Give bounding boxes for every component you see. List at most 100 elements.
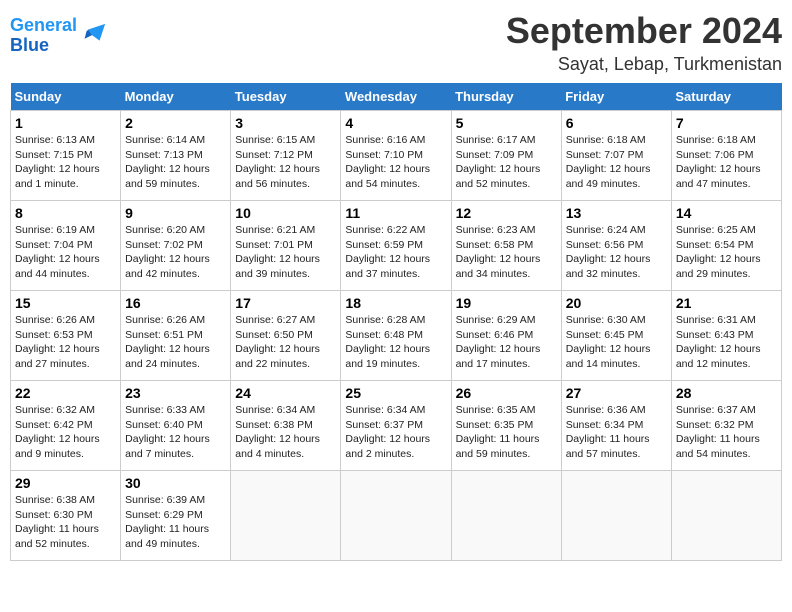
day-cell-2: 2 Sunrise: 6:14 AMSunset: 7:13 PMDaylight…: [121, 111, 231, 201]
day-info: Sunrise: 6:34 AMSunset: 6:37 PMDaylight:…: [345, 403, 446, 462]
weekday-header-thursday: Thursday: [451, 83, 561, 111]
day-number: 12: [456, 205, 557, 221]
day-cell-28: 28 Sunrise: 6:37 AMSunset: 6:32 PMDayligh…: [671, 381, 781, 471]
day-info: Sunrise: 6:17 AMSunset: 7:09 PMDaylight:…: [456, 133, 557, 192]
day-number: 2: [125, 115, 226, 131]
empty-cell: [341, 471, 451, 561]
day-number: 18: [345, 295, 446, 311]
day-info: Sunrise: 6:15 AMSunset: 7:12 PMDaylight:…: [235, 133, 336, 192]
empty-cell: [451, 471, 561, 561]
day-cell-15: 15 Sunrise: 6:26 AMSunset: 6:53 PMDayligh…: [11, 291, 121, 381]
day-number: 3: [235, 115, 336, 131]
weekday-header-saturday: Saturday: [671, 83, 781, 111]
calendar-week-row: 29Sunrise: 6:38 AMSunset: 6:30 PMDayligh…: [11, 471, 782, 561]
day-number: 26: [456, 385, 557, 401]
day-cell-20: 20 Sunrise: 6:30 AMSunset: 6:45 PMDayligh…: [561, 291, 671, 381]
day-cell-30: 30 Sunrise: 6:39 AMSunset: 6:29 PMDayligh…: [121, 471, 231, 561]
day-info: Sunrise: 6:14 AMSunset: 7:13 PMDaylight:…: [125, 133, 226, 192]
empty-cell: [671, 471, 781, 561]
day-number: 13: [566, 205, 667, 221]
calendar-week-row: 22Sunrise: 6:32 AMSunset: 6:42 PMDayligh…: [11, 381, 782, 471]
day-cell-16: 16 Sunrise: 6:26 AMSunset: 6:51 PMDayligh…: [121, 291, 231, 381]
day-info: Sunrise: 6:26 AMSunset: 6:53 PMDaylight:…: [15, 313, 116, 372]
day-info: Sunrise: 6:32 AMSunset: 6:42 PMDaylight:…: [15, 403, 116, 462]
logo-icon: [79, 22, 107, 50]
day-number: 23: [125, 385, 226, 401]
day-info: Sunrise: 6:33 AMSunset: 6:40 PMDaylight:…: [125, 403, 226, 462]
title-block: September 2024 Sayat, Lebap, Turkmenista…: [506, 10, 782, 75]
day-number: 27: [566, 385, 667, 401]
day-info: Sunrise: 6:18 AMSunset: 7:07 PMDaylight:…: [566, 133, 667, 192]
day-info: Sunrise: 6:37 AMSunset: 6:32 PMDaylight:…: [676, 403, 777, 462]
day-cell-10: 10Sunrise: 6:21 AMSunset: 7:01 PMDayligh…: [231, 201, 341, 291]
day-number: 14: [676, 205, 777, 221]
day-cell-4: 4 Sunrise: 6:16 AMSunset: 7:10 PMDaylight…: [341, 111, 451, 201]
day-info: Sunrise: 6:22 AMSunset: 6:59 PMDaylight:…: [345, 223, 446, 282]
weekday-header-monday: Monday: [121, 83, 231, 111]
day-info: Sunrise: 6:31 AMSunset: 6:43 PMDaylight:…: [676, 313, 777, 372]
day-cell-6: 6 Sunrise: 6:18 AMSunset: 7:07 PMDaylight…: [561, 111, 671, 201]
day-cell-13: 13Sunrise: 6:24 AMSunset: 6:56 PMDayligh…: [561, 201, 671, 291]
day-number: 19: [456, 295, 557, 311]
day-number: 25: [345, 385, 446, 401]
day-info: Sunrise: 6:27 AMSunset: 6:50 PMDaylight:…: [235, 313, 336, 372]
day-cell-25: 25 Sunrise: 6:34 AMSunset: 6:37 PMDayligh…: [341, 381, 451, 471]
day-cell-29: 29Sunrise: 6:38 AMSunset: 6:30 PMDayligh…: [11, 471, 121, 561]
day-number: 4: [345, 115, 446, 131]
day-info: Sunrise: 6:36 AMSunset: 6:34 PMDaylight:…: [566, 403, 667, 462]
calendar-table: SundayMondayTuesdayWednesdayThursdayFrid…: [10, 83, 782, 561]
day-number: 21: [676, 295, 777, 311]
day-number: 6: [566, 115, 667, 131]
day-number: 8: [15, 205, 116, 221]
day-cell-27: 27 Sunrise: 6:36 AMSunset: 6:34 PMDayligh…: [561, 381, 671, 471]
day-info: Sunrise: 6:34 AMSunset: 6:38 PMDaylight:…: [235, 403, 336, 462]
day-number: 9: [125, 205, 226, 221]
day-number: 10: [235, 205, 336, 221]
day-cell-9: 9 Sunrise: 6:20 AMSunset: 7:02 PMDaylight…: [121, 201, 231, 291]
day-number: 5: [456, 115, 557, 131]
day-info: Sunrise: 6:20 AMSunset: 7:02 PMDaylight:…: [125, 223, 226, 282]
day-cell-3: 3 Sunrise: 6:15 AMSunset: 7:12 PMDaylight…: [231, 111, 341, 201]
day-number: 30: [125, 475, 226, 491]
day-cell-1: 1 Sunrise: 6:13 AMSunset: 7:15 PMDaylight…: [11, 111, 121, 201]
day-cell-11: 11 Sunrise: 6:22 AMSunset: 6:59 PMDayligh…: [341, 201, 451, 291]
empty-cell: [561, 471, 671, 561]
day-info: Sunrise: 6:16 AMSunset: 7:10 PMDaylight:…: [345, 133, 446, 192]
day-number: 20: [566, 295, 667, 311]
weekday-header-row: SundayMondayTuesdayWednesdayThursdayFrid…: [11, 83, 782, 111]
logo-text: GeneralBlue: [10, 16, 77, 56]
logo: GeneralBlue: [10, 16, 107, 56]
empty-cell: [231, 471, 341, 561]
calendar-week-row: 1 Sunrise: 6:13 AMSunset: 7:15 PMDaylight…: [11, 111, 782, 201]
day-cell-26: 26 Sunrise: 6:35 AMSunset: 6:35 PMDayligh…: [451, 381, 561, 471]
day-cell-24: 24 Sunrise: 6:34 AMSunset: 6:38 PMDayligh…: [231, 381, 341, 471]
day-number: 17: [235, 295, 336, 311]
day-info: Sunrise: 6:23 AMSunset: 6:58 PMDaylight:…: [456, 223, 557, 282]
day-info: Sunrise: 6:39 AMSunset: 6:29 PMDaylight:…: [125, 493, 226, 552]
weekday-header-friday: Friday: [561, 83, 671, 111]
day-info: Sunrise: 6:29 AMSunset: 6:46 PMDaylight:…: [456, 313, 557, 372]
day-number: 28: [676, 385, 777, 401]
day-cell-19: 19 Sunrise: 6:29 AMSunset: 6:46 PMDayligh…: [451, 291, 561, 381]
day-number: 16: [125, 295, 226, 311]
day-info: Sunrise: 6:13 AMSunset: 7:15 PMDaylight:…: [15, 133, 116, 192]
day-cell-18: 18 Sunrise: 6:28 AMSunset: 6:48 PMDayligh…: [341, 291, 451, 381]
weekday-header-sunday: Sunday: [11, 83, 121, 111]
day-info: Sunrise: 6:28 AMSunset: 6:48 PMDaylight:…: [345, 313, 446, 372]
day-info: Sunrise: 6:26 AMSunset: 6:51 PMDaylight:…: [125, 313, 226, 372]
weekday-header-wednesday: Wednesday: [341, 83, 451, 111]
day-cell-17: 17 Sunrise: 6:27 AMSunset: 6:50 PMDayligh…: [231, 291, 341, 381]
day-number: 1: [15, 115, 116, 131]
day-number: 24: [235, 385, 336, 401]
day-info: Sunrise: 6:25 AMSunset: 6:54 PMDaylight:…: [676, 223, 777, 282]
page-header: GeneralBlue September 2024 Sayat, Lebap,…: [10, 10, 782, 75]
calendar-week-row: 8Sunrise: 6:19 AMSunset: 7:04 PMDaylight…: [11, 201, 782, 291]
day-number: 15: [15, 295, 116, 311]
day-number: 11: [345, 205, 446, 221]
day-number: 7: [676, 115, 777, 131]
day-cell-23: 23 Sunrise: 6:33 AMSunset: 6:40 PMDayligh…: [121, 381, 231, 471]
day-info: Sunrise: 6:35 AMSunset: 6:35 PMDaylight:…: [456, 403, 557, 462]
day-info: Sunrise: 6:30 AMSunset: 6:45 PMDaylight:…: [566, 313, 667, 372]
day-cell-8: 8Sunrise: 6:19 AMSunset: 7:04 PMDaylight…: [11, 201, 121, 291]
day-info: Sunrise: 6:38 AMSunset: 6:30 PMDaylight:…: [15, 493, 116, 552]
